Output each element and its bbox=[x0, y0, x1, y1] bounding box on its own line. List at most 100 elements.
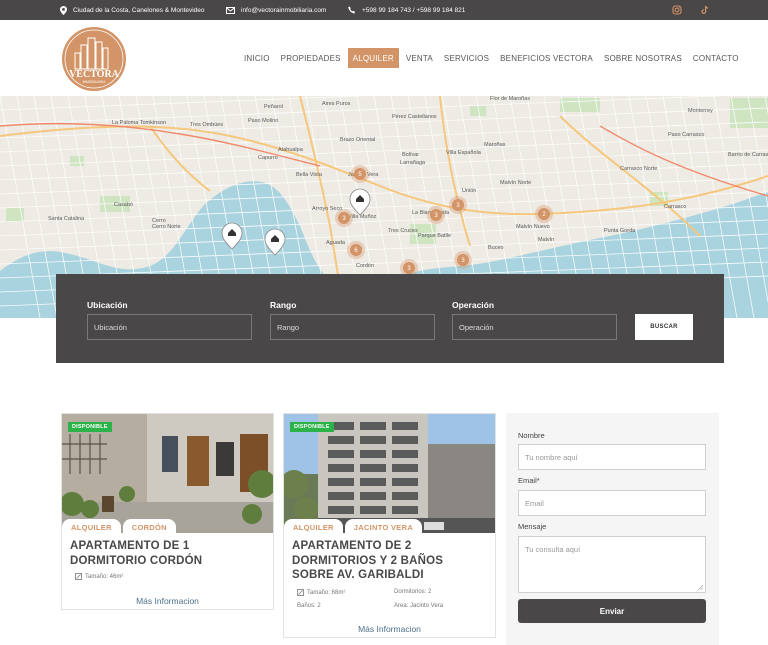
location-select[interactable]: Ubicación bbox=[87, 314, 252, 340]
phone-icon bbox=[348, 6, 356, 14]
listing-tags: ALQUILER JACINTO VERA bbox=[284, 519, 423, 533]
map-label: Malvín Norte bbox=[500, 180, 531, 186]
size-feature: Tamaño: 46m² bbox=[75, 573, 123, 580]
map-label: Atahualpa bbox=[278, 147, 304, 153]
operation-label: Operación bbox=[452, 300, 495, 310]
phone-text[interactable]: +598 99 184 743 / +598 99 184 821 bbox=[362, 7, 465, 14]
size-icon bbox=[75, 573, 82, 580]
more-info-link[interactable]: Más Informacion bbox=[62, 596, 273, 606]
range-select[interactable]: Rango bbox=[270, 314, 435, 340]
logo-wordmark: VECTORA bbox=[69, 69, 120, 80]
map-label: Paso Molino bbox=[248, 118, 278, 124]
area-tag[interactable]: CORDÓN bbox=[122, 519, 176, 533]
nav-contacto[interactable]: CONTACTO bbox=[688, 48, 744, 68]
search-panel: Ubicación Ubicación Rango Rango Operació… bbox=[56, 274, 724, 363]
operation-tag[interactable]: ALQUILER bbox=[284, 519, 343, 533]
vectora-logo[interactable]: VECTORA INMOBILIARIA bbox=[61, 26, 127, 92]
map-label: Punta Gorda bbox=[604, 228, 636, 234]
email-info[interactable]: info@vectorainmobiliaria.com bbox=[226, 0, 326, 20]
email-label: Email* bbox=[518, 476, 540, 485]
site-header: VECTORA INMOBILIARIA INICIO PROPIEDADES … bbox=[0, 20, 768, 96]
nav-beneficios-vectora[interactable]: BENEFICIOS VECTORA bbox=[495, 48, 598, 68]
map-label: Santa Catalina bbox=[48, 216, 85, 222]
map-cluster-marker[interactable]: 3 bbox=[454, 251, 472, 269]
map-label: Malvín bbox=[538, 237, 554, 243]
phone-info[interactable]: +598 99 184 743 / +598 99 184 821 bbox=[348, 0, 465, 20]
top-bar: Ciudad de la Costa, Canelones & Montevid… bbox=[0, 0, 768, 20]
location-label: Ubicación bbox=[87, 300, 128, 310]
map-label: Aires Puros bbox=[322, 101, 351, 107]
listing-card[interactable]: DISPONIBLE ALQUILER JACINTO VERA APARTAM… bbox=[283, 413, 496, 638]
map-cluster-marker[interactable]: 6 bbox=[347, 241, 365, 259]
nav-servicios[interactable]: SERVICIOS bbox=[439, 48, 494, 68]
map-cluster-marker[interactable]: 2 bbox=[535, 205, 553, 223]
map-label: Flor de Maroñas bbox=[490, 96, 530, 102]
envelope-icon bbox=[226, 6, 235, 14]
map-label: Arroyo Seco bbox=[312, 206, 342, 212]
map-pin-icon[interactable] bbox=[349, 188, 371, 216]
listing-photo[interactable]: DISPONIBLE ALQUILER JACINTO VERA bbox=[284, 414, 495, 533]
location-info: Ciudad de la Costa, Canelones & Montevid… bbox=[60, 0, 205, 20]
availability-badge: DISPONIBLE bbox=[290, 422, 334, 432]
map-cluster-marker[interactable]: 3 bbox=[427, 206, 445, 224]
map-label: Tres Cruces bbox=[388, 228, 418, 234]
map-label: Casabó bbox=[114, 202, 133, 208]
range-label: Rango bbox=[270, 300, 297, 310]
contact-form: Nombre Tu nombre aquí Email* Email Mensa… bbox=[506, 413, 719, 645]
map-label: La Paloma Tomkinson bbox=[112, 120, 166, 126]
listing-tags: ALQUILER CORDÓN bbox=[62, 519, 176, 533]
size-feature: Tamaño: 68m² bbox=[297, 589, 345, 596]
instagram-icon[interactable] bbox=[671, 4, 683, 16]
bathrooms-feature: Baños: 2 bbox=[297, 603, 321, 609]
listing-photo[interactable]: DISPONIBLE ALQUILER CORDÓN bbox=[62, 414, 273, 533]
area-tag[interactable]: JACINTO VERA bbox=[344, 519, 423, 533]
map-cluster-marker[interactable]: 5 bbox=[351, 165, 369, 183]
map-label: Cordón bbox=[356, 263, 374, 269]
listing-title[interactable]: APARTAMENTO DE 1 DORMITORIO CORDÓN bbox=[62, 533, 273, 568]
size-icon bbox=[297, 589, 304, 596]
map-label: Brazo Oriental bbox=[340, 137, 375, 143]
area-feature: Area: Jacinto Vera bbox=[394, 603, 444, 609]
resize-handle-icon[interactable] bbox=[698, 585, 703, 590]
map-label: Barrio de Carrasco bbox=[728, 152, 768, 158]
size-value: Tamaño: 68m² bbox=[307, 589, 346, 596]
listing-card[interactable]: DISPONIBLE ALQUILER CORDÓN APARTAMENTO D… bbox=[61, 413, 274, 610]
map-label: Tres Ombúes bbox=[190, 122, 223, 128]
map-label: Carrasco bbox=[664, 204, 686, 210]
map-label: Malvín Nuevo bbox=[516, 224, 550, 230]
location-text: Ciudad de la Costa, Canelones & Montevid… bbox=[73, 6, 205, 14]
nav-sobre-nosotras[interactable]: SOBRE NOSOTRAS bbox=[599, 48, 687, 68]
map-label: Unión bbox=[462, 188, 476, 194]
operation-tag[interactable]: ALQUILER bbox=[62, 519, 121, 533]
search-button[interactable]: BUSCAR bbox=[635, 314, 693, 340]
map-label: Capurro bbox=[258, 155, 278, 161]
nav-propiedades[interactable]: PROPIEDADES bbox=[276, 48, 346, 68]
availability-badge: DISPONIBLE bbox=[68, 422, 112, 432]
map-label: Cerro Norte bbox=[152, 224, 181, 230]
email-input[interactable]: Email bbox=[518, 490, 706, 516]
map-label: Larrañaga bbox=[400, 160, 426, 166]
map-label: Paso Carrasco bbox=[668, 132, 704, 138]
name-input[interactable]: Tu nombre aquí bbox=[518, 444, 706, 470]
email-text[interactable]: info@vectorainmobiliaria.com bbox=[241, 7, 326, 14]
name-label: Nombre bbox=[518, 431, 545, 440]
submit-button[interactable]: Enviar bbox=[518, 599, 706, 623]
nav-inicio[interactable]: INICIO bbox=[239, 48, 275, 68]
message-textarea[interactable]: Tu consulta aquí bbox=[518, 536, 706, 593]
map-label: Bolívar bbox=[402, 152, 419, 158]
map-label: Peñarol bbox=[264, 104, 283, 110]
map-cluster-marker[interactable]: 3 bbox=[449, 196, 467, 214]
size-value: Tamaño: 46m² bbox=[85, 573, 124, 580]
map-cluster-marker[interactable]: 3 bbox=[335, 209, 353, 227]
operation-select[interactable]: Operación bbox=[452, 314, 617, 340]
more-info-link[interactable]: Más Informacion bbox=[284, 624, 495, 634]
tiktok-icon[interactable] bbox=[699, 4, 711, 16]
map-label: Bella Vista bbox=[296, 172, 323, 178]
map-pin-icon bbox=[60, 5, 67, 15]
map-label: Villa Española bbox=[446, 150, 482, 156]
map-label: Monterrey bbox=[688, 108, 713, 114]
listing-title[interactable]: APARTAMENTO DE 2 DORMITORIOS Y 2 BAÑOS S… bbox=[284, 533, 495, 583]
nav-venta[interactable]: VENTA bbox=[401, 48, 438, 68]
map-label: Maroñas bbox=[484, 142, 506, 148]
nav-alquiler[interactable]: ALQUILER bbox=[347, 48, 399, 68]
